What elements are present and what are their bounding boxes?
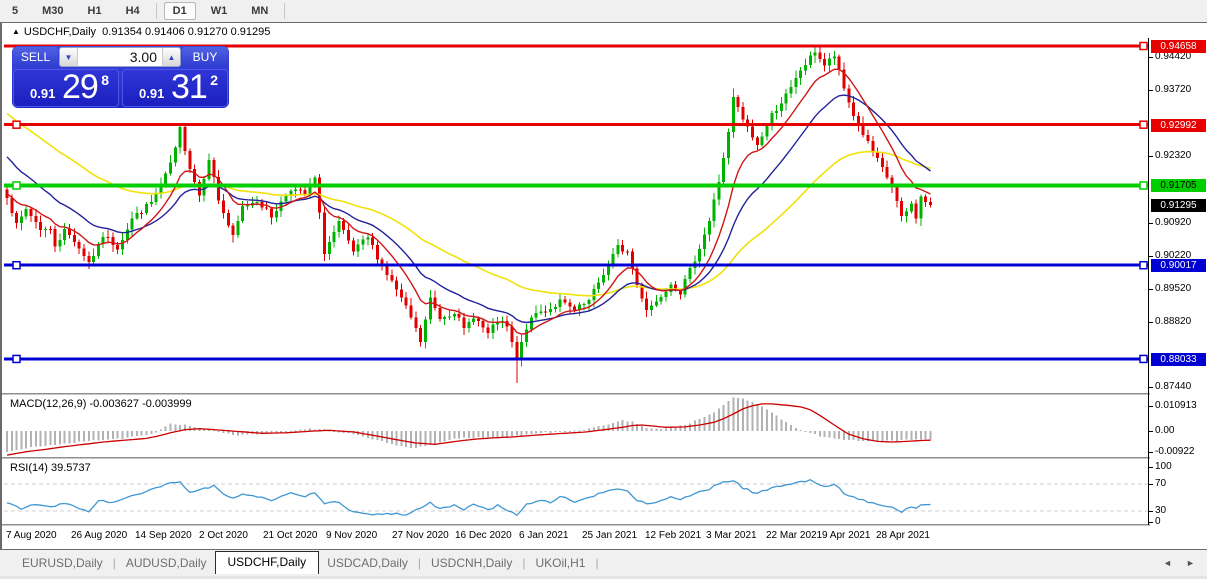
axis-tick — [1149, 406, 1153, 407]
sell-button[interactable]: SELL — [13, 47, 58, 67]
buy-button[interactable]: BUY — [182, 47, 228, 67]
date-axis-label: 7 Aug 2020 — [6, 530, 57, 541]
axis-tick — [1149, 322, 1153, 323]
tab-scroll-left-icon[interactable]: ◄ — [1163, 557, 1172, 569]
toolbar-separator — [156, 3, 157, 19]
rsi-tick-label: 70 — [1155, 478, 1166, 489]
axis-tick — [1149, 431, 1153, 432]
buy-price-box[interactable]: 0.91 31 2 — [122, 69, 228, 107]
tab-scroll-right-icon[interactable]: ► — [1186, 557, 1195, 569]
price-badge-0-92992: 0.92992 — [1151, 119, 1206, 132]
axis-tick — [1149, 452, 1153, 453]
date-axis-label: 26 Aug 2020 — [71, 530, 127, 541]
rsi-pane — [4, 459, 1148, 524]
timeframe-button-5[interactable]: 5 — [3, 2, 27, 20]
tab-separator: | — [418, 556, 421, 570]
tab-audusd-daily[interactable]: AUDUSD,Daily — [118, 553, 215, 573]
axis-tick — [1149, 90, 1153, 91]
date-axis-label: 2 Oct 2020 — [199, 530, 248, 541]
tab-usdcnh-daily[interactable]: USDCNH,Daily — [423, 553, 520, 573]
rsi-tick-label: 0 — [1155, 516, 1161, 527]
collapse-triangle-icon[interactable]: ▲ — [12, 27, 20, 36]
chart-ohlc-values: 0.91354 0.91406 0.91270 0.91295 — [102, 26, 270, 38]
timeframe-button-h1[interactable]: H1 — [79, 2, 111, 20]
sell-price-big: 29 — [62, 68, 98, 107]
macd-tick-label: -0.00922 — [1155, 446, 1194, 457]
price-badge-0-90017: 0.90017 — [1151, 259, 1206, 272]
chart-symbol-period: USDCHF,Daily — [24, 26, 96, 38]
price-tick-label: 0.89520 — [1155, 283, 1191, 294]
tab-usdcad-daily[interactable]: USDCAD,Daily — [319, 553, 416, 573]
price-badge-0-88033: 0.88033 — [1151, 353, 1206, 366]
price-badge-0-94658: 0.94658 — [1151, 40, 1206, 53]
sell-price-box[interactable]: 0.91 29 8 — [13, 69, 119, 107]
mt4-terminal: 5 M30 H1 H4 D1 W1 MN ▲ USDCHF,Daily 0.91354 0.9… — [0, 0, 1207, 579]
date-axis-label: 25 Jan 2021 — [582, 530, 637, 541]
date-axis-label: 9 Apr 2021 — [822, 530, 870, 541]
volume-decrease-button[interactable]: ▼ — [60, 48, 77, 66]
axis-tick — [1149, 289, 1153, 290]
axis-tick — [1149, 484, 1153, 485]
date-axis[interactable]: 7 Aug 2020 26 Aug 2020 14 Sep 2020 2 Oct 20… — [4, 526, 1148, 548]
axis-tick — [1149, 256, 1153, 257]
one-click-trading-panel: SELL ▼ 3.00 ▲ BUY 0.91 29 8 0.91 31 2 — [12, 46, 229, 108]
sell-price-prefix: 0.91 — [30, 86, 55, 101]
price-badge-0-91705: 0.91705 — [1151, 179, 1206, 192]
timeframe-button-w1[interactable]: W1 — [202, 2, 237, 20]
price-badge-0-91295: 0.91295 — [1151, 199, 1206, 212]
price-tick-label: 0.88820 — [1155, 316, 1191, 327]
macd-pane — [4, 395, 1148, 457]
volume-spinner: ▼ 3.00 ▲ — [59, 47, 181, 67]
timeframe-toolbar: 5 M30 H1 H4 D1 W1 MN — [0, 0, 1207, 21]
price-tick-label: 0.87440 — [1155, 381, 1191, 392]
date-axis-label: 21 Oct 2020 — [263, 530, 317, 541]
volume-increase-button[interactable]: ▲ — [163, 48, 180, 66]
axis-tick — [1149, 511, 1153, 512]
buy-price-pip: 2 — [210, 72, 218, 88]
date-axis-label: 6 Jan 2021 — [519, 530, 569, 541]
tab-usdchf-daily[interactable]: USDCHF,Daily — [215, 551, 320, 574]
toolbar-separator — [284, 3, 285, 19]
price-axis[interactable]: 0.944200.937200.923200.909200.902200.895… — [1149, 23, 1207, 525]
volume-input[interactable]: 3.00 — [77, 48, 163, 66]
price-tick-label: 0.93720 — [1155, 84, 1191, 95]
axis-tick — [1149, 467, 1153, 468]
price-tick-label: 0.94420 — [1155, 51, 1191, 62]
timeframe-button-d1[interactable]: D1 — [164, 2, 196, 20]
timeframe-button-m30[interactable]: M30 — [33, 2, 72, 20]
tab-separator: | — [113, 556, 116, 570]
date-axis-label: 16 Dec 2020 — [455, 530, 512, 541]
chart-window: ▲ USDCHF,Daily 0.91354 0.91406 0.91270 0.… — [0, 22, 1207, 550]
date-axis-label: 27 Nov 2020 — [392, 530, 449, 541]
tab-ukoil-h1[interactable]: UKOil,H1 — [527, 553, 593, 573]
axis-tick — [1149, 522, 1153, 523]
date-axis-label: 22 Mar 2021 — [766, 530, 822, 541]
date-axis-label: 12 Feb 2021 — [645, 530, 701, 541]
tab-separator: | — [522, 556, 525, 570]
price-tick-label: 0.92320 — [1155, 150, 1191, 161]
buy-price-prefix: 0.91 — [139, 86, 164, 101]
macd-tick-label: 0.00 — [1155, 425, 1174, 436]
price-tick-label: 0.90920 — [1155, 217, 1191, 228]
chart-title: ▲ USDCHF,Daily 0.91354 0.91406 0.91270 0.… — [12, 26, 270, 38]
macd-tick-label: 0.010913 — [1155, 400, 1197, 411]
rsi-tick-label: 30 — [1155, 505, 1166, 516]
axis-tick — [1149, 387, 1153, 388]
timeframe-button-h4[interactable]: H4 — [117, 2, 149, 20]
date-axis-label: 3 Mar 2021 — [706, 530, 757, 541]
date-axis-label: 28 Apr 2021 — [876, 530, 930, 541]
tab-eurusd-daily[interactable]: EURUSD,Daily — [14, 553, 111, 573]
date-axis-label: 14 Sep 2020 — [135, 530, 192, 541]
sell-price-pip: 8 — [101, 72, 109, 88]
tab-separator: | — [595, 556, 598, 570]
timeframe-button-mn[interactable]: MN — [242, 2, 277, 20]
chart-tab-bar: EURUSD,Daily|AUDUSD,DailyUSDCHF,DailyUSD… — [0, 551, 1207, 575]
axis-tick — [1149, 156, 1153, 157]
axis-tick — [1149, 57, 1153, 58]
date-axis-label: 9 Nov 2020 — [326, 530, 377, 541]
buy-price-big: 31 — [171, 68, 207, 107]
rsi-tick-label: 100 — [1155, 461, 1172, 472]
axis-tick — [1149, 223, 1153, 224]
